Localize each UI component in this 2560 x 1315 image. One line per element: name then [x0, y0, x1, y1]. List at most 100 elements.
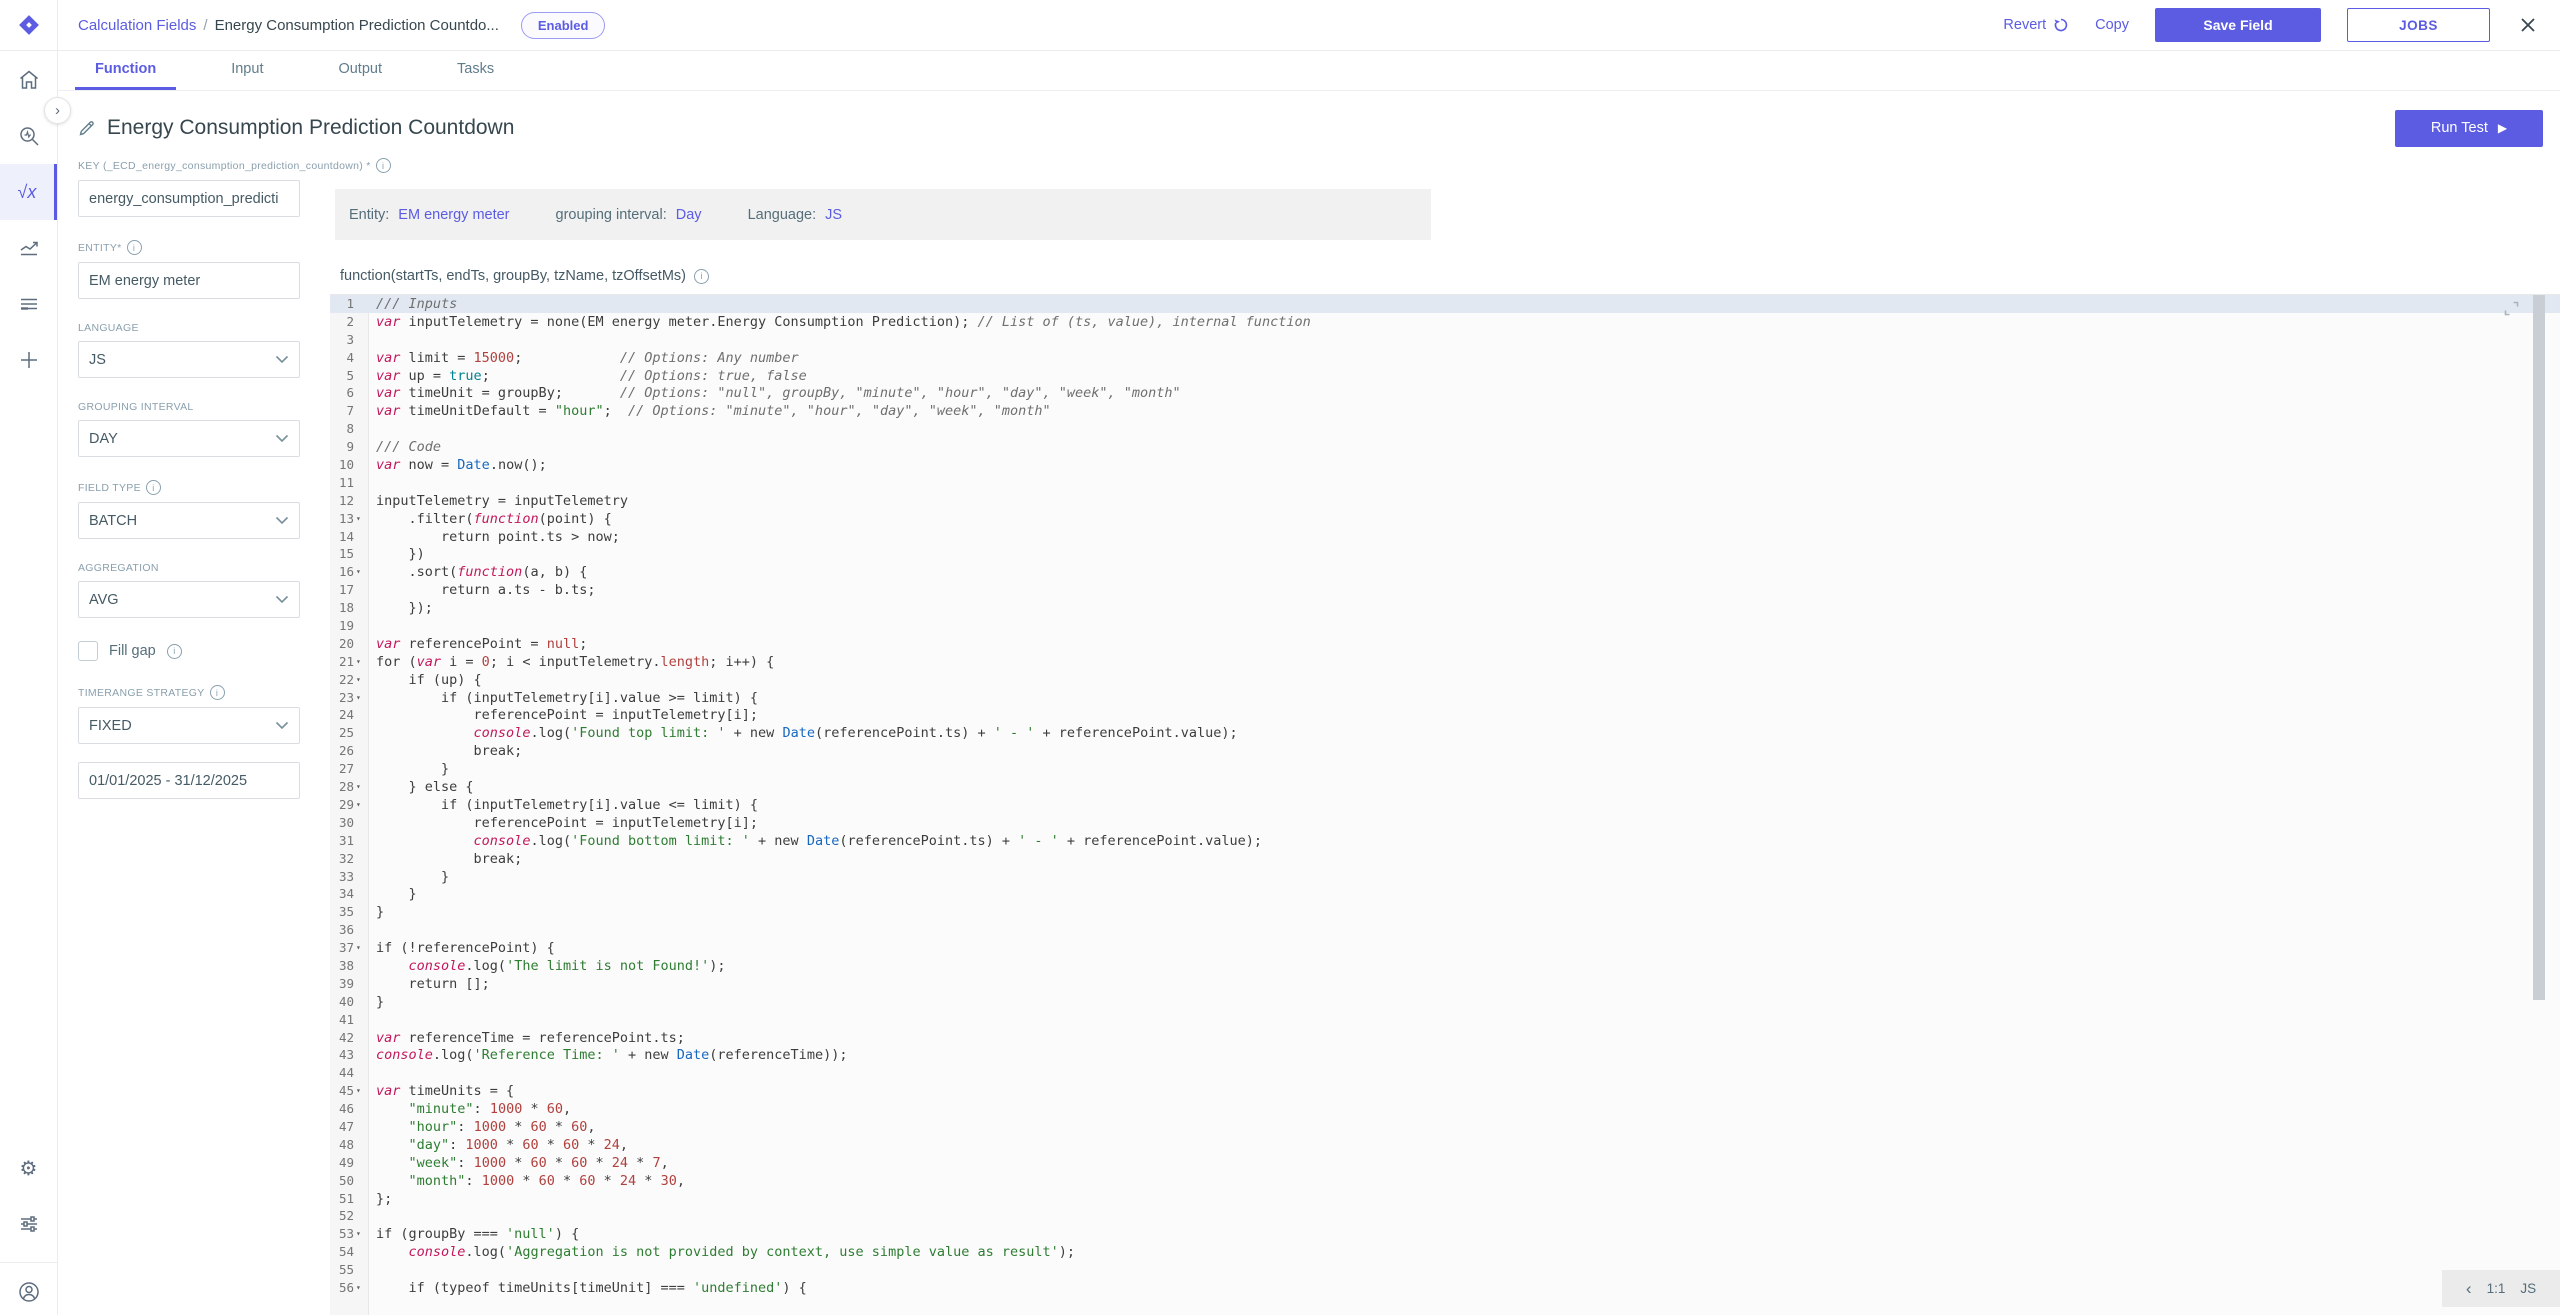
timerange-strategy-select[interactable]: FIXED — [78, 707, 300, 744]
code-line[interactable]: 21▾for (var i = 0; i < inputTelemetry.le… — [330, 653, 2560, 671]
context-grouping-value[interactable]: Day — [676, 207, 702, 223]
code-line[interactable]: 51}; — [330, 1190, 2560, 1208]
code-line[interactable]: 56▾ if (typeof timeUnits[timeUnit] === '… — [330, 1279, 2560, 1297]
language-select[interactable]: JS — [78, 341, 300, 378]
code-line[interactable]: 4var limit = 15000; // Options: Any numb… — [330, 349, 2560, 367]
code-line[interactable]: 6var timeUnit = groupBy; // Options: "nu… — [330, 384, 2560, 402]
fold-icon[interactable]: ▾ — [354, 796, 369, 814]
code-line[interactable]: 52 — [330, 1207, 2560, 1225]
code-line[interactable]: 42var referenceTime = referencePoint.ts; — [330, 1029, 2560, 1047]
code-line[interactable]: 14 return point.ts > now; — [330, 528, 2560, 546]
code-line[interactable]: 18 }); — [330, 599, 2560, 617]
save-field-button[interactable]: Save Field — [2155, 8, 2321, 42]
code-area[interactable]: 1/// Inputs2var inputTelemetry = none(EM… — [330, 295, 2560, 1297]
tab-tasks[interactable]: Tasks — [437, 50, 514, 90]
scrollbar-thumb[interactable] — [2533, 295, 2545, 1000]
code-line[interactable]: 2var inputTelemetry = none(EM energy met… — [330, 313, 2560, 331]
key-info-icon[interactable]: i — [376, 158, 391, 173]
list-menu-icon[interactable] — [0, 276, 57, 332]
code-line[interactable]: 23▾ if (inputTelemetry[i].value >= limit… — [330, 689, 2560, 707]
breadcrumb-root-link[interactable]: Calculation Fields — [78, 17, 196, 34]
fold-icon[interactable]: ▾ — [354, 653, 369, 671]
code-line[interactable]: 48 "day": 1000 * 60 * 60 * 24, — [330, 1136, 2560, 1154]
fold-icon[interactable]: ▾ — [354, 939, 369, 957]
code-line[interactable]: 35} — [330, 903, 2560, 921]
code-line[interactable]: 16▾ .sort(function(a, b) { — [330, 563, 2560, 581]
code-line[interactable]: 24 referencePoint = inputTelemetry[i]; — [330, 706, 2560, 724]
fold-icon[interactable]: ▾ — [354, 671, 369, 689]
calculation-fields-icon[interactable]: √x — [0, 164, 57, 220]
fold-icon[interactable]: ▾ — [354, 510, 369, 528]
enabled-status-badge[interactable]: Enabled — [521, 12, 606, 39]
code-line[interactable]: 26 break; — [330, 742, 2560, 760]
code-line[interactable]: 15 }) — [330, 545, 2560, 563]
jobs-button[interactable]: JOBS — [2347, 8, 2490, 42]
field-type-info-icon[interactable]: i — [146, 480, 161, 495]
grouping-interval-select[interactable]: DAY — [78, 420, 300, 457]
preferences-sliders-icon[interactable] — [0, 1196, 57, 1252]
tab-function[interactable]: Function — [75, 50, 176, 90]
code-line[interactable]: 55 — [330, 1261, 2560, 1279]
fold-icon[interactable]: ▾ — [354, 689, 369, 707]
code-line[interactable]: 44 — [330, 1064, 2560, 1082]
entity-info-icon[interactable]: i — [127, 240, 142, 255]
close-icon[interactable] — [2518, 15, 2538, 35]
code-line[interactable]: 53▾if (groupBy === 'null') { — [330, 1225, 2560, 1243]
code-line[interactable]: 3 — [330, 331, 2560, 349]
code-line[interactable]: 46 "minute": 1000 * 60, — [330, 1100, 2560, 1118]
revert-button[interactable]: Revert — [2003, 17, 2069, 33]
date-range-input[interactable]: 01/01/2025 - 31/12/2025 — [78, 762, 300, 799]
fold-icon[interactable]: ▾ — [354, 1225, 369, 1243]
context-entity-value[interactable]: EM energy meter — [398, 207, 509, 223]
code-line[interactable]: 17 return a.ts - b.ts; — [330, 581, 2560, 599]
code-line[interactable]: 34 } — [330, 885, 2560, 903]
code-line[interactable]: 11 — [330, 474, 2560, 492]
fullscreen-icon[interactable] — [2503, 300, 2520, 317]
code-line[interactable]: 43console.log('Reference Time: ' + new D… — [330, 1046, 2560, 1064]
code-line[interactable]: 33 } — [330, 868, 2560, 886]
code-line[interactable]: 9/// Code — [330, 438, 2560, 456]
zoom-level[interactable]: 1:1 — [2487, 1281, 2506, 1296]
code-line[interactable]: 25 console.log('Found top limit: ' + new… — [330, 724, 2560, 742]
sidebar-expand-button[interactable]: › — [44, 97, 71, 124]
context-language-value[interactable]: JS — [825, 207, 842, 223]
fold-icon[interactable]: ▾ — [354, 778, 369, 796]
code-line[interactable]: 28▾ } else { — [330, 778, 2560, 796]
code-line[interactable]: 40} — [330, 993, 2560, 1011]
code-line[interactable]: 13▾ .filter(function(point) { — [330, 510, 2560, 528]
code-line[interactable]: 8 — [330, 420, 2560, 438]
code-line[interactable]: 30 referencePoint = inputTelemetry[i]; — [330, 814, 2560, 832]
code-line[interactable]: 39 return []; — [330, 975, 2560, 993]
code-editor[interactable]: 1/// Inputs2var inputTelemetry = none(EM… — [330, 295, 2560, 1315]
edit-title-pencil-icon[interactable] — [78, 119, 96, 137]
tab-output[interactable]: Output — [318, 50, 402, 90]
fill-gap-info-icon[interactable]: i — [167, 644, 182, 659]
code-line[interactable]: 19 — [330, 617, 2560, 635]
run-test-button[interactable]: Run Test ▶ — [2395, 110, 2543, 147]
app-logo[interactable] — [0, 0, 58, 50]
fold-icon[interactable]: ▾ — [354, 1279, 369, 1297]
code-line[interactable]: 22▾ if (up) { — [330, 671, 2560, 689]
tab-input[interactable]: Input — [211, 50, 283, 90]
settings-gear-icon[interactable]: ⚙ — [0, 1140, 57, 1196]
aggregation-select[interactable]: AVG — [78, 581, 300, 618]
code-line[interactable]: 47 "hour": 1000 * 60 * 60, — [330, 1118, 2560, 1136]
add-new-icon[interactable] — [0, 332, 57, 388]
code-line[interactable]: 37▾if (!referencePoint) { — [330, 939, 2560, 957]
key-input[interactable]: energy_consumption_predicti — [78, 180, 300, 217]
code-line[interactable]: 38 console.log('The limit is not Found!'… — [330, 957, 2560, 975]
fill-gap-checkbox[interactable] — [78, 641, 98, 661]
fold-icon[interactable]: ▾ — [354, 1082, 369, 1100]
copy-button[interactable]: Copy — [2095, 17, 2129, 33]
code-line[interactable]: 41 — [330, 1011, 2560, 1029]
signature-info-icon[interactable]: i — [694, 269, 709, 284]
code-line[interactable]: 29▾ if (inputTelemetry[i].value <= limit… — [330, 796, 2560, 814]
fold-icon[interactable]: ▾ — [354, 563, 369, 581]
code-line[interactable]: 31 console.log('Found bottom limit: ' + … — [330, 832, 2560, 850]
code-line[interactable]: 5var up = true; // Options: true, false — [330, 367, 2560, 385]
code-line[interactable]: 54 console.log('Aggregation is not provi… — [330, 1243, 2560, 1261]
collapse-left-icon[interactable]: ‹ — [2466, 1279, 2472, 1299]
code-line[interactable]: 1/// Inputs — [330, 295, 2560, 313]
code-line[interactable]: 49 "week": 1000 * 60 * 60 * 24 * 7, — [330, 1154, 2560, 1172]
code-line[interactable]: 32 break; — [330, 850, 2560, 868]
